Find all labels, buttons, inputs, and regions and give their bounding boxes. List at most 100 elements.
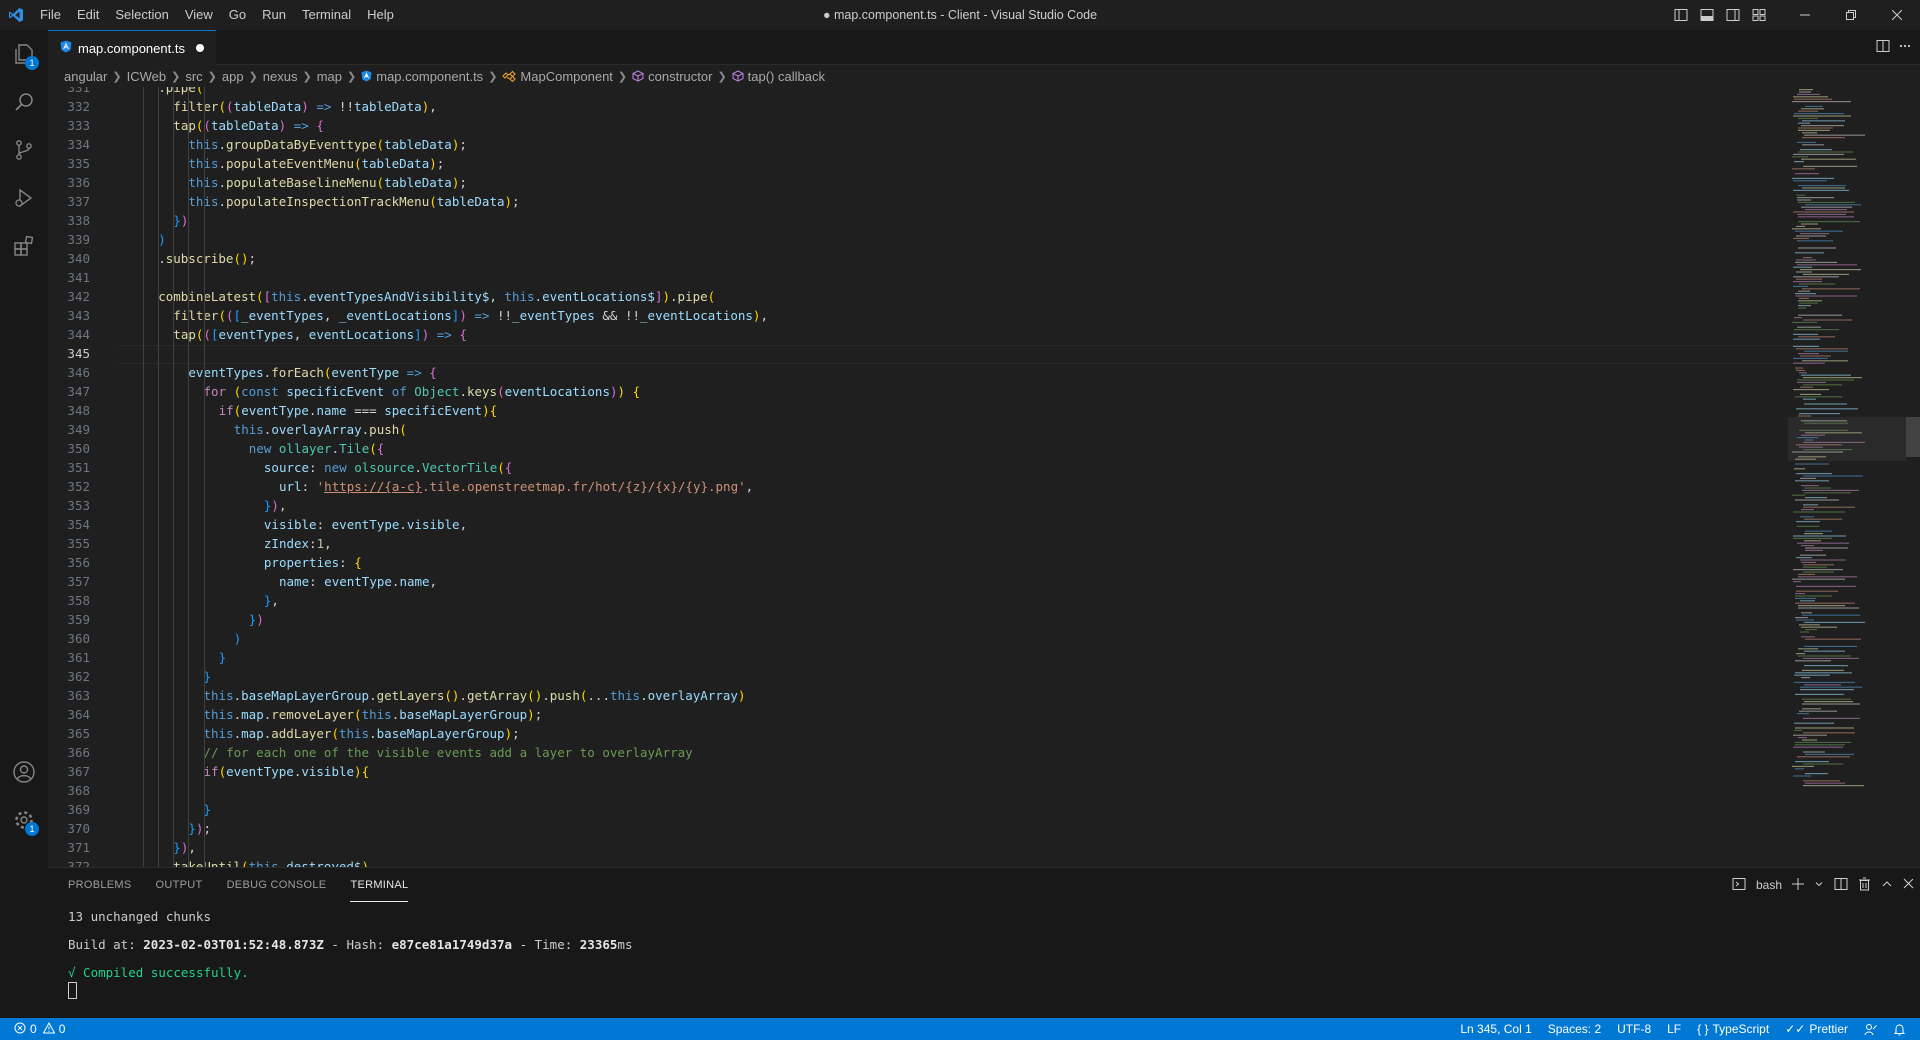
code-line[interactable]: ) [158, 230, 166, 249]
menu-help[interactable]: Help [359, 0, 402, 30]
code-line[interactable]: }), [173, 838, 196, 857]
code-editor[interactable]: 331 332 333 334 335 336 337 338 339 340 … [48, 87, 1920, 867]
notifications-bell-icon[interactable] [1893, 1023, 1906, 1036]
code-line[interactable]: properties: { [264, 553, 362, 572]
code-line[interactable]: new ollayer.Tile({ [249, 439, 385, 458]
breadcrumb-item[interactable]: src [185, 69, 202, 84]
search-icon[interactable] [0, 78, 48, 126]
menu-file[interactable]: File [32, 0, 69, 30]
more-actions-icon[interactable] [1898, 39, 1912, 56]
vertical-scrollbar-thumb[interactable] [1906, 417, 1920, 457]
run-and-debug-icon[interactable] [0, 174, 48, 222]
code-line[interactable]: this.groupDataByEventtype(tableData); [188, 135, 466, 154]
code-line[interactable]: }), [264, 496, 287, 515]
menu-go[interactable]: Go [221, 0, 254, 30]
extensions-icon[interactable] [0, 222, 48, 270]
menu-run[interactable]: Run [254, 0, 294, 30]
close-panel-icon[interactable] [1903, 878, 1914, 892]
minimap-slider[interactable] [1788, 417, 1906, 461]
code-line[interactable]: } [219, 648, 227, 667]
breadcrumb-item[interactable]: nexus [263, 69, 298, 84]
terminal-shell-name[interactable]: bash [1756, 878, 1782, 892]
breadcrumb-item[interactable]: tap() callback [748, 69, 825, 84]
breadcrumb-item[interactable]: map.component.ts [376, 69, 483, 84]
language-mode[interactable]: { } TypeScript [1697, 1022, 1769, 1036]
breadcrumb-item[interactable]: constructor [648, 69, 712, 84]
code-line[interactable]: this.map.addLayer(this.baseMapLayerGroup… [204, 724, 520, 743]
close-window-icon[interactable] [1874, 0, 1920, 30]
customize-layout-icon[interactable] [1746, 0, 1772, 30]
minimize-icon[interactable] [1782, 0, 1828, 30]
restore-icon[interactable] [1828, 0, 1874, 30]
toggle-panel-icon[interactable] [1694, 0, 1720, 30]
source-control-icon[interactable] [0, 126, 48, 174]
code-line[interactable]: }, [264, 591, 279, 610]
explorer-icon[interactable]: 1 [0, 30, 48, 78]
code-line[interactable]: } [204, 667, 212, 686]
minimap-line [1793, 581, 1801, 583]
terminal-output[interactable]: 13 unchanged chunks Build at: 2023-02-03… [68, 908, 632, 999]
menu-edit[interactable]: Edit [69, 0, 107, 30]
code-line[interactable]: // for each one of the visible events ad… [204, 743, 693, 762]
prettier-status[interactable]: ✓✓ Prettier [1785, 1022, 1848, 1036]
encoding[interactable]: UTF-8 [1617, 1022, 1651, 1036]
code-line[interactable]: ) [234, 629, 242, 648]
code-line[interactable]: if(eventType.name === specificEvent){ [219, 401, 498, 420]
code-line[interactable]: zIndex:1, [264, 534, 332, 553]
manage-gear-icon[interactable]: 1 [0, 796, 48, 844]
code-line[interactable]: combineLatest([this.eventTypesAndVisibil… [158, 287, 715, 306]
code-line[interactable]: this.map.removeLayer(this.baseMapLayerGr… [204, 705, 543, 724]
cursor-position[interactable]: Ln 345, Col 1 [1460, 1022, 1531, 1036]
trash-icon[interactable] [1858, 877, 1871, 894]
code-line[interactable]: .pipe( [158, 87, 203, 97]
code-line[interactable]: }); [188, 819, 211, 838]
code-line[interactable]: this.baseMapLayerGroup.getLayers().getAr… [204, 686, 746, 705]
end-of-line[interactable]: LF [1667, 1022, 1681, 1036]
split-terminal-icon[interactable] [1834, 877, 1848, 894]
code-line[interactable]: url: 'https://{a-c}.tile.openstreetmap.f… [279, 477, 753, 496]
code-line[interactable]: }) [249, 610, 264, 629]
minimap[interactable] [1788, 87, 1906, 867]
code-line[interactable]: filter((tableData) => !!tableData), [173, 97, 436, 116]
code-line[interactable]: source: new olsource.VectorTile({ [264, 458, 512, 477]
breadcrumb-item[interactable]: angular [64, 69, 107, 84]
toggle-secondary-sidebar-icon[interactable] [1720, 0, 1746, 30]
code-line[interactable]: }) [173, 211, 188, 230]
split-editor-icon[interactable] [1876, 39, 1890, 56]
code-line[interactable]: visible: eventType.visible, [264, 515, 467, 534]
code-text-area[interactable]: .pipe(filter((tableData) => !!tableData)… [128, 87, 1780, 867]
code-line[interactable]: tap(([eventTypes, eventLocations]) => { [173, 325, 467, 344]
tab-map-component[interactable]: map.component.ts [48, 30, 216, 65]
maximize-panel-chevron-up-icon[interactable] [1881, 878, 1893, 893]
unsaved-dot-icon[interactable] [196, 44, 204, 52]
code-line[interactable]: name: eventType.name, [279, 572, 437, 591]
code-line[interactable]: if(eventType.visible){ [204, 762, 370, 781]
code-line[interactable]: filter(([_eventTypes, _eventLocations]) … [173, 306, 768, 325]
breadcrumb-item[interactable]: MapComponent [520, 69, 613, 84]
code-line[interactable]: eventTypes.forEach(eventType => { [188, 363, 436, 382]
tab-terminal[interactable]: TERMINAL [350, 868, 409, 902]
code-line[interactable]: tap((tableData) => { [173, 116, 324, 135]
chevron-down-icon[interactable] [1814, 878, 1824, 892]
feedback-person-icon[interactable] [1864, 1023, 1877, 1036]
accounts-icon[interactable] [0, 748, 48, 796]
breadcrumb-item[interactable]: app [222, 69, 244, 84]
menu-selection[interactable]: Selection [107, 0, 176, 30]
tab-debug-console[interactable]: DEBUG CONSOLE [227, 868, 327, 902]
code-line[interactable]: this.populateEventMenu(tableData); [188, 154, 444, 173]
menu-terminal[interactable]: Terminal [294, 0, 359, 30]
menu-view[interactable]: View [177, 0, 221, 30]
tab-problems[interactable]: PROBLEMS [68, 868, 132, 902]
tab-output[interactable]: OUTPUT [156, 868, 203, 902]
new-terminal-plus-icon[interactable] [1792, 877, 1804, 893]
problems-status[interactable]: 0 0 [14, 1021, 65, 1037]
code-line[interactable]: } [204, 800, 212, 819]
breadcrumb-item[interactable]: map [317, 69, 342, 84]
code-line[interactable]: this.overlayArray.push( [234, 420, 407, 439]
code-line[interactable]: this.populateBaselineMenu(tableData); [188, 173, 466, 192]
code-line[interactable]: this.populateInspectionTrackMenu(tableDa… [188, 192, 519, 211]
code-line[interactable]: for (const specificEvent of Object.keys(… [204, 382, 641, 401]
indentation[interactable]: Spaces: 2 [1548, 1022, 1601, 1036]
toggle-primary-sidebar-icon[interactable] [1668, 0, 1694, 30]
breadcrumb-item[interactable]: ICWeb [127, 69, 167, 84]
